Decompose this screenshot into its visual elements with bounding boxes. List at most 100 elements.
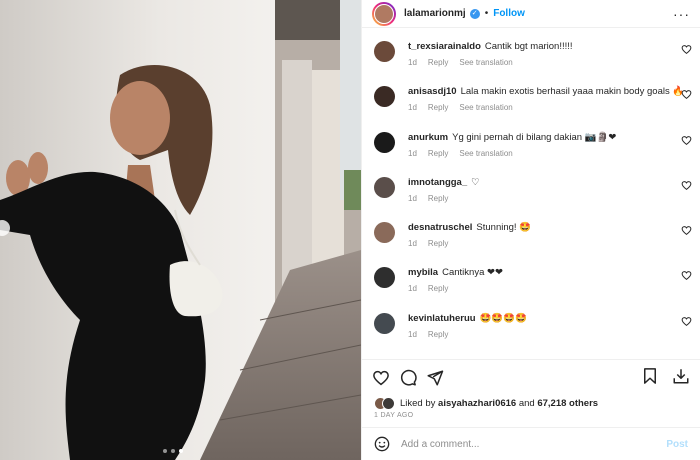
post-photo	[0, 0, 361, 460]
comment-like-icon[interactable]	[681, 135, 692, 146]
comment-like-icon[interactable]	[681, 89, 692, 100]
comment-row: desnatruschel Stunning! 🤩 1d Reply	[362, 211, 700, 256]
instagram-post: lalamarionmj ✓ • Follow ··· t_rexsiarain…	[0, 0, 700, 460]
comment-line: t_rexsiarainaldo Cantik bgt marion!!!!!	[408, 40, 688, 53]
reply-button[interactable]: Reply	[428, 103, 448, 112]
liker-username[interactable]: aisyahazhari0616	[438, 398, 516, 409]
see-translation-button[interactable]: See translation	[459, 149, 512, 158]
commenter-avatar[interactable]	[374, 222, 395, 244]
comment-icon[interactable]	[399, 369, 417, 387]
commenter-avatar[interactable]	[374, 176, 395, 198]
reply-button[interactable]: Reply	[428, 194, 448, 203]
comment-like-icon[interactable]	[681, 44, 692, 55]
share-icon[interactable]	[426, 369, 444, 387]
commenter-username[interactable]: t_rexsiarainaldo	[408, 41, 481, 52]
comment-row: anurkum Yg gini pernah di bilang dakian 📷…	[362, 121, 700, 166]
comment-text: Stunning! 🤩	[476, 222, 532, 234]
comment-age: 1d	[408, 58, 417, 67]
likes-prefix: Liked by	[400, 397, 436, 409]
post-header: lalamarionmj ✓ • Follow ···	[362, 0, 700, 28]
follow-button[interactable]: Follow	[493, 8, 525, 19]
post-comment-button[interactable]: Post	[666, 439, 688, 450]
comment-row: anisasdj10 Lala makin exotis berhasil yaa…	[362, 75, 700, 120]
comment-age: 1d	[408, 239, 417, 249]
comment-body: imnotangga_ ♡ 1d Reply	[408, 176, 688, 211]
comment-like-icon[interactable]	[681, 225, 692, 236]
emoji-icon[interactable]	[374, 436, 390, 452]
comment-age: 1d	[408, 103, 417, 113]
comment-body: t_rexsiarainaldo Cantik bgt marion!!!!! 1d…	[408, 40, 688, 75]
comment-row: kevinlatuheruu 🤩🤩🤩🤩 1d Reply	[362, 302, 700, 347]
comment-text: Cantiknya ❤❤	[442, 267, 503, 279]
author-username[interactable]: lalamarionmj	[404, 8, 466, 19]
comment-line: desnatruschel Stunning! 🤩	[408, 221, 688, 234]
comment-like-icon[interactable]	[681, 180, 692, 191]
comment-text: Yg gini pernah di bilang dakian 📷🗿❤	[452, 131, 617, 143]
likes-summary: Liked by aisyahazhari0616 and 67,218 oth…	[362, 395, 700, 411]
reply-button[interactable]: Reply	[428, 239, 448, 248]
likes-count[interactable]: 67,218 others	[537, 398, 598, 409]
carousel-dot	[171, 449, 175, 453]
reply-button[interactable]: Reply	[428, 284, 448, 293]
commenter-username[interactable]: imnotangga_	[408, 177, 467, 188]
comment-meta: 1d Reply See translation	[408, 149, 688, 158]
save-icon[interactable]	[641, 367, 659, 385]
post-panel: lalamarionmj ✓ • Follow ··· t_rexsiarain…	[361, 0, 700, 460]
comment-body: anurkum Yg gini pernah di bilang dakian 📷…	[408, 131, 688, 166]
commenter-username[interactable]: kevinlatuheruu	[408, 313, 476, 324]
comment-row: t_rexsiarainaldo Cantik bgt marion!!!!! 1d…	[362, 30, 700, 75]
comment-age: 1d	[408, 284, 417, 294]
reply-button[interactable]: Reply	[428, 58, 448, 67]
download-icon[interactable]	[672, 367, 690, 385]
comment-meta: 1d Reply See translation	[408, 58, 688, 67]
comments-list[interactable]: t_rexsiarainaldo Cantik bgt marion!!!!! 1d…	[362, 28, 700, 359]
commenter-username[interactable]: anisasdj10	[408, 86, 457, 97]
likes-joiner: and	[518, 397, 535, 409]
comment-body: anisasdj10 Lala makin exotis berhasil yaa…	[408, 85, 688, 120]
commenter-avatar[interactable]	[374, 86, 395, 108]
author-avatar[interactable]	[372, 1, 396, 26]
comment-line: kevinlatuheruu 🤩🤩🤩🤩	[408, 312, 688, 325]
comment-meta: 1d Reply	[408, 239, 688, 248]
commenter-avatar[interactable]	[374, 312, 395, 334]
comment-meta: 1d Reply See translation	[408, 103, 688, 112]
see-translation-button[interactable]: See translation	[459, 103, 512, 112]
commenter-username[interactable]: mybila	[408, 267, 438, 278]
comment-age: 1d	[408, 329, 417, 339]
comment-age: 1d	[408, 148, 417, 158]
action-right	[631, 367, 690, 388]
comment-input[interactable]	[401, 438, 667, 450]
comment-body: mybila Cantiknya ❤❤ 1d Reply	[408, 266, 688, 301]
comment-text: Lala makin exotis berhasil yaaa makin bo…	[460, 86, 685, 98]
likes-text: Liked by aisyahazhari0616 and 67,218 oth…	[400, 398, 598, 409]
commenter-avatar[interactable]	[374, 41, 395, 62]
carousel-dot	[163, 449, 167, 453]
commenter-avatar[interactable]	[374, 131, 395, 153]
comment-text: Cantik bgt marion!!!!!	[484, 41, 573, 52]
commenter-username[interactable]: desnatruschel	[408, 222, 472, 233]
carousel-dot-active	[179, 449, 183, 453]
comment-meta: 1d Reply	[408, 284, 688, 293]
comment-line: mybila Cantiknya ❤❤	[408, 266, 688, 279]
comment-meta: 1d Reply	[408, 330, 688, 339]
comment-body: kevinlatuheruu 🤩🤩🤩🤩 1d Reply	[408, 312, 688, 347]
action-bar	[362, 359, 700, 395]
post-media[interactable]	[0, 0, 361, 460]
post-timestamp: 1 DAY AGO	[374, 412, 414, 419]
commenter-username[interactable]: anurkum	[408, 132, 448, 143]
commenter-avatar[interactable]	[374, 267, 395, 289]
comment-meta: 1d Reply	[408, 194, 688, 203]
comment-row: mybila Cantiknya ❤❤ 1d Reply	[362, 256, 700, 301]
comment-line: anurkum Yg gini pernah di bilang dakian 📷…	[408, 131, 688, 144]
like-icon[interactable]	[372, 369, 390, 387]
comment-line: imnotangga_ ♡	[408, 176, 688, 189]
more-options-icon[interactable]: ···	[673, 6, 690, 22]
reply-button[interactable]: Reply	[428, 330, 448, 339]
comment-like-icon[interactable]	[681, 316, 692, 327]
reply-button[interactable]: Reply	[428, 149, 448, 158]
see-translation-button[interactable]: See translation	[459, 58, 512, 67]
comment-like-icon[interactable]	[681, 270, 692, 281]
comment-age: 1d	[408, 193, 417, 203]
comment-line: anisasdj10 Lala makin exotis berhasil yaa…	[408, 85, 688, 98]
liker-avatar	[382, 396, 395, 410]
